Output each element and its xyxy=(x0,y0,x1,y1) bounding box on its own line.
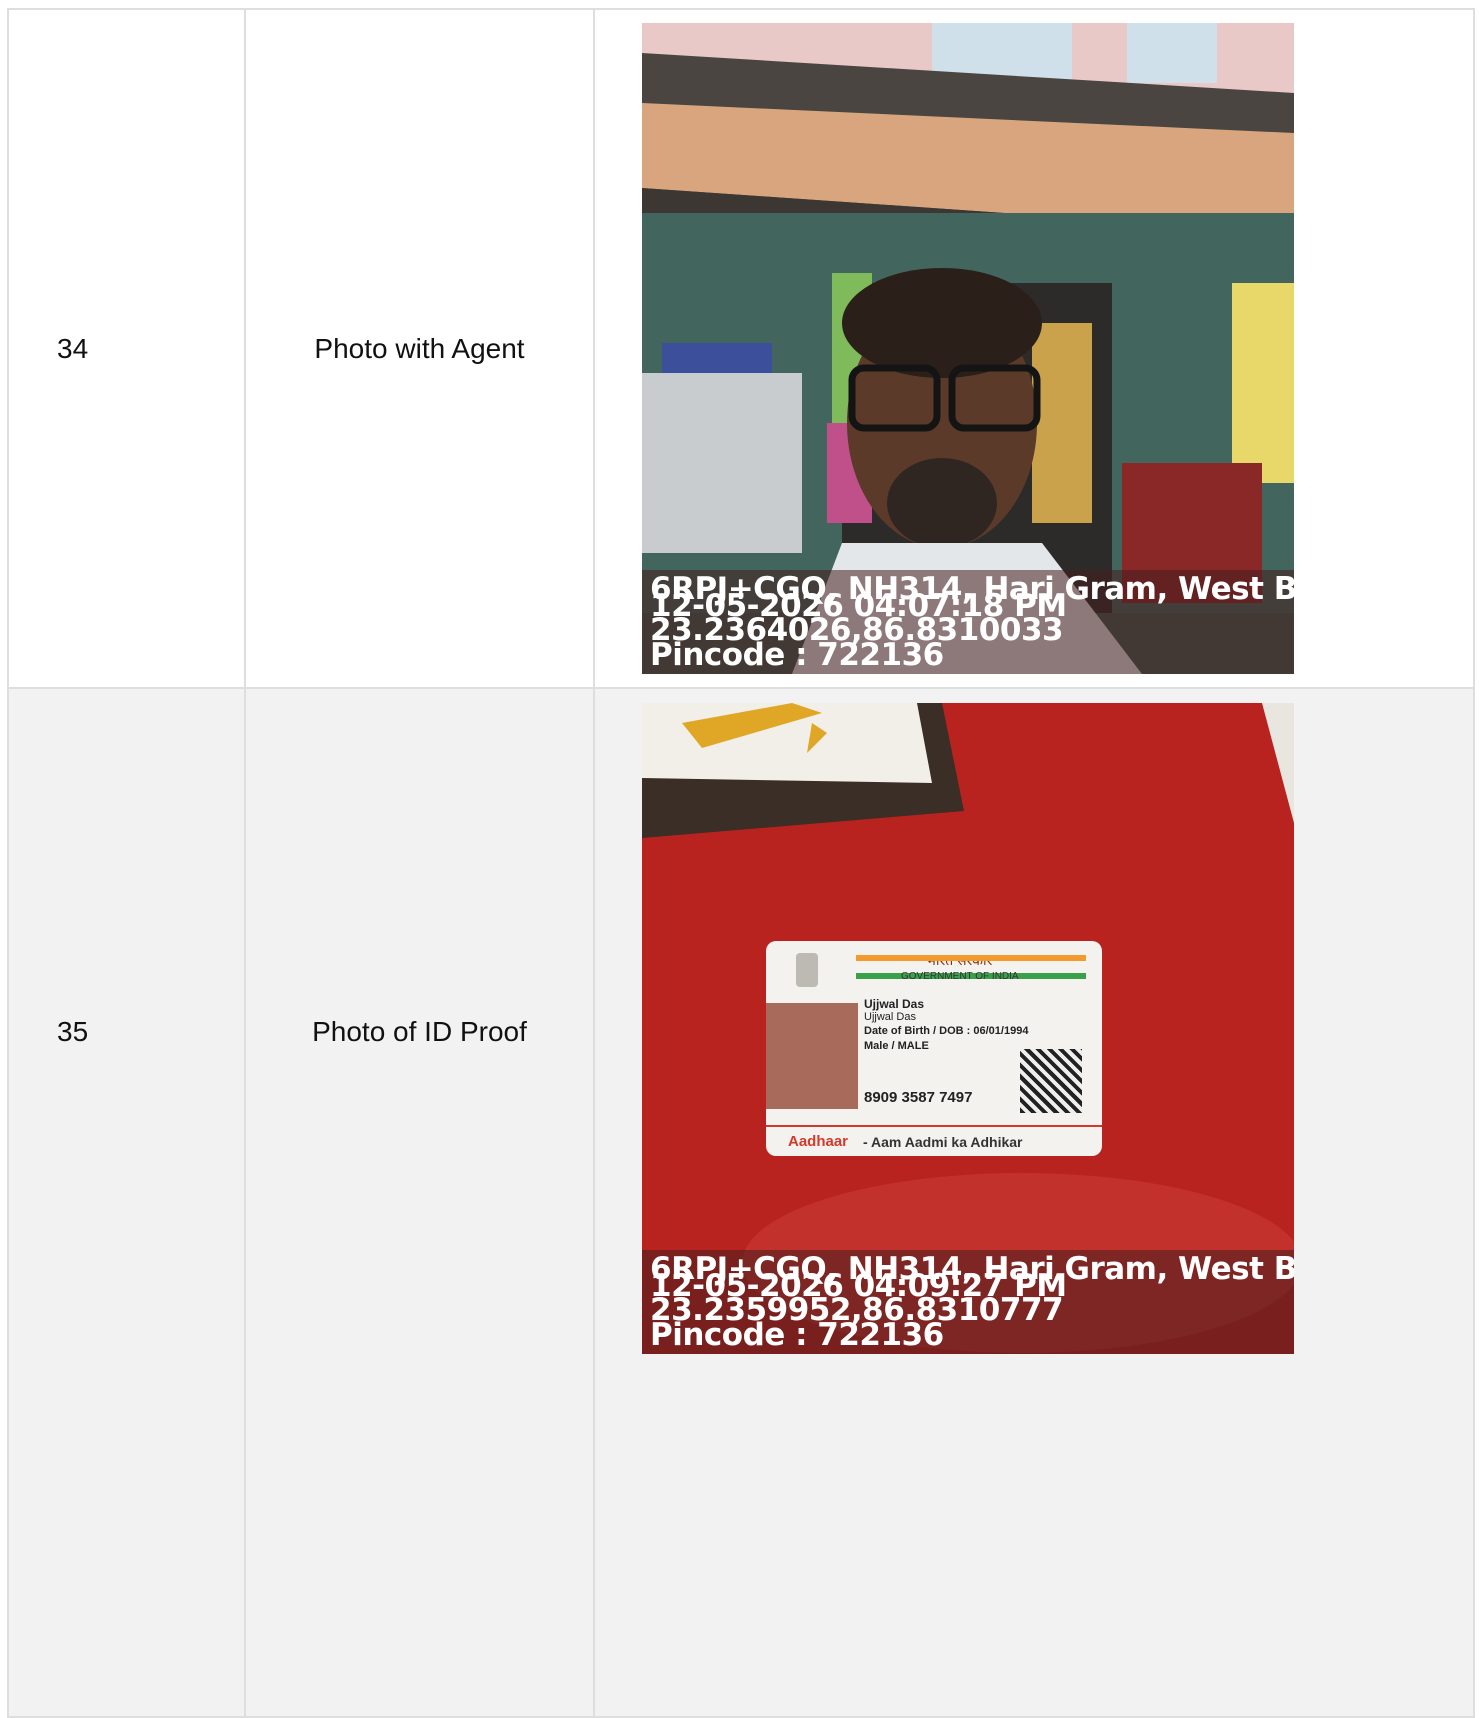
card-dob: Date of Birth / DOB : 06/01/1994 xyxy=(864,1025,1029,1037)
card-name: Ujjwal Das xyxy=(864,1011,916,1023)
card-name-hindi: Ujjwal Das xyxy=(864,997,925,1011)
card-header-english: GOVERNMENT OF INDIA xyxy=(901,971,1019,982)
stamp-pincode: Pincode : 722136 xyxy=(650,1317,944,1353)
emblem-icon xyxy=(796,953,818,987)
serial-number: 34 xyxy=(7,8,246,689)
aadhaar-card: भारत सरकार GOVERNMENT OF INDIA Ujjwal Da… xyxy=(766,941,1102,1156)
card-gender: Male / MALE xyxy=(864,1040,929,1052)
serial-number: 35 xyxy=(7,687,246,1718)
geo-stamp: 6RPJ+CGQ, NH314, Hari Gram, West Bengal … xyxy=(642,570,1294,674)
inspection-table: 34 Photo with Agent 6RPJ+CGQ, NH314, Har… xyxy=(7,8,1475,1718)
agent-selfie-photo[interactable]: 6RPJ+CGQ, NH314, Hari Gram, West Bengal … xyxy=(642,23,1294,674)
photo-cell: भारत सरकार GOVERNMENT OF INDIA Ujjwal Da… xyxy=(593,687,1475,1718)
photo-cell: 6RPJ+CGQ, NH314, Hari Gram, West Bengal … xyxy=(593,8,1475,689)
table-row: 34 Photo with Agent 6RPJ+CGQ, NH314, Har… xyxy=(7,8,1475,689)
aadhaar-number: 8909 3587 7497 xyxy=(864,1089,973,1106)
card-holder-photo xyxy=(766,1003,858,1109)
row-label: Photo of ID Proof xyxy=(244,687,595,1718)
row-label: Photo with Agent xyxy=(244,8,595,689)
qr-code-icon xyxy=(1020,1049,1082,1113)
geo-stamp: 6RPJ+CGQ, NH314, Hari Gram, West Bengal … xyxy=(642,1250,1294,1354)
stamp-pincode: Pincode : 722136 xyxy=(650,637,944,673)
aadhaar-tagline: - Aam Aadmi ka Adhikar xyxy=(863,1134,1023,1150)
aadhaar-brand: Aadhaar xyxy=(788,1133,849,1150)
id-card-photo[interactable]: भारत सरकार GOVERNMENT OF INDIA Ujjwal Da… xyxy=(642,703,1294,1354)
table-row: 35 Photo of ID Proof भारत सरकार GOVERN xyxy=(7,687,1475,1718)
